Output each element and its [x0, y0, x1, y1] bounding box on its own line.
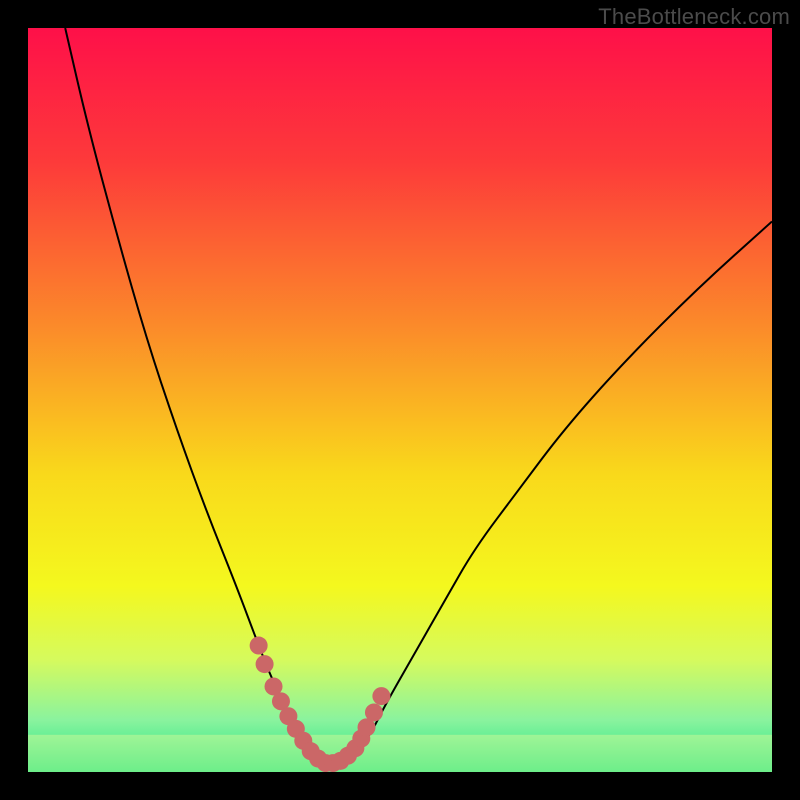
highlight-point — [365, 703, 383, 721]
highlight-point — [250, 637, 268, 655]
plot-area — [28, 28, 772, 772]
gradient-background — [28, 28, 772, 772]
outer-frame: TheBottleneck.com — [0, 0, 800, 800]
attribution-text: TheBottleneck.com — [598, 4, 790, 30]
highlight-point — [256, 655, 274, 673]
bottleneck-chart — [28, 28, 772, 772]
highlight-point — [372, 687, 390, 705]
acceptable-band — [28, 735, 772, 772]
